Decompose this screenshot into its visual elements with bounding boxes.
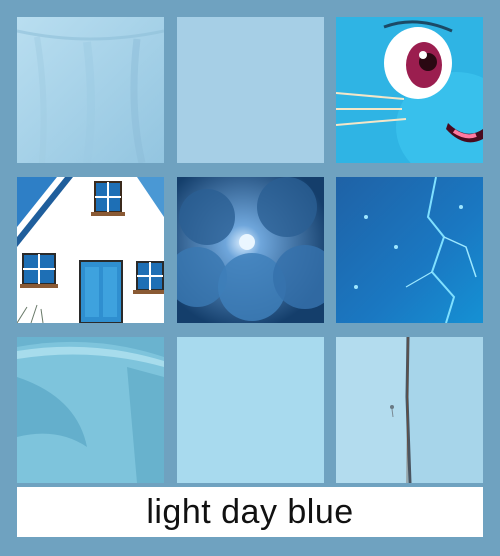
cat-face-icon [336,17,483,163]
tile-plain-swatch [177,17,324,163]
swatch-icon [177,17,324,163]
fabric-icon [17,17,164,163]
tile-house [17,177,164,323]
lightning-icon [336,177,483,323]
tile-cartoon-cat [336,17,483,163]
cup-icon [17,337,164,483]
color-moodboard: light day blue [0,0,500,556]
tile-lightning [336,177,483,323]
cloud-icon [177,177,324,323]
house-icon [17,177,164,323]
tile-night-clouds [177,177,324,323]
tile-plain-swatch-2 [177,337,324,483]
tile-painted-wall [336,337,483,483]
swatch-icon [177,337,324,483]
tile-cup [17,337,164,483]
caption-banner: light day blue [17,487,483,537]
wall-icon [336,337,483,483]
caption-text: light day blue [146,492,354,531]
tile-fabric [17,17,164,163]
